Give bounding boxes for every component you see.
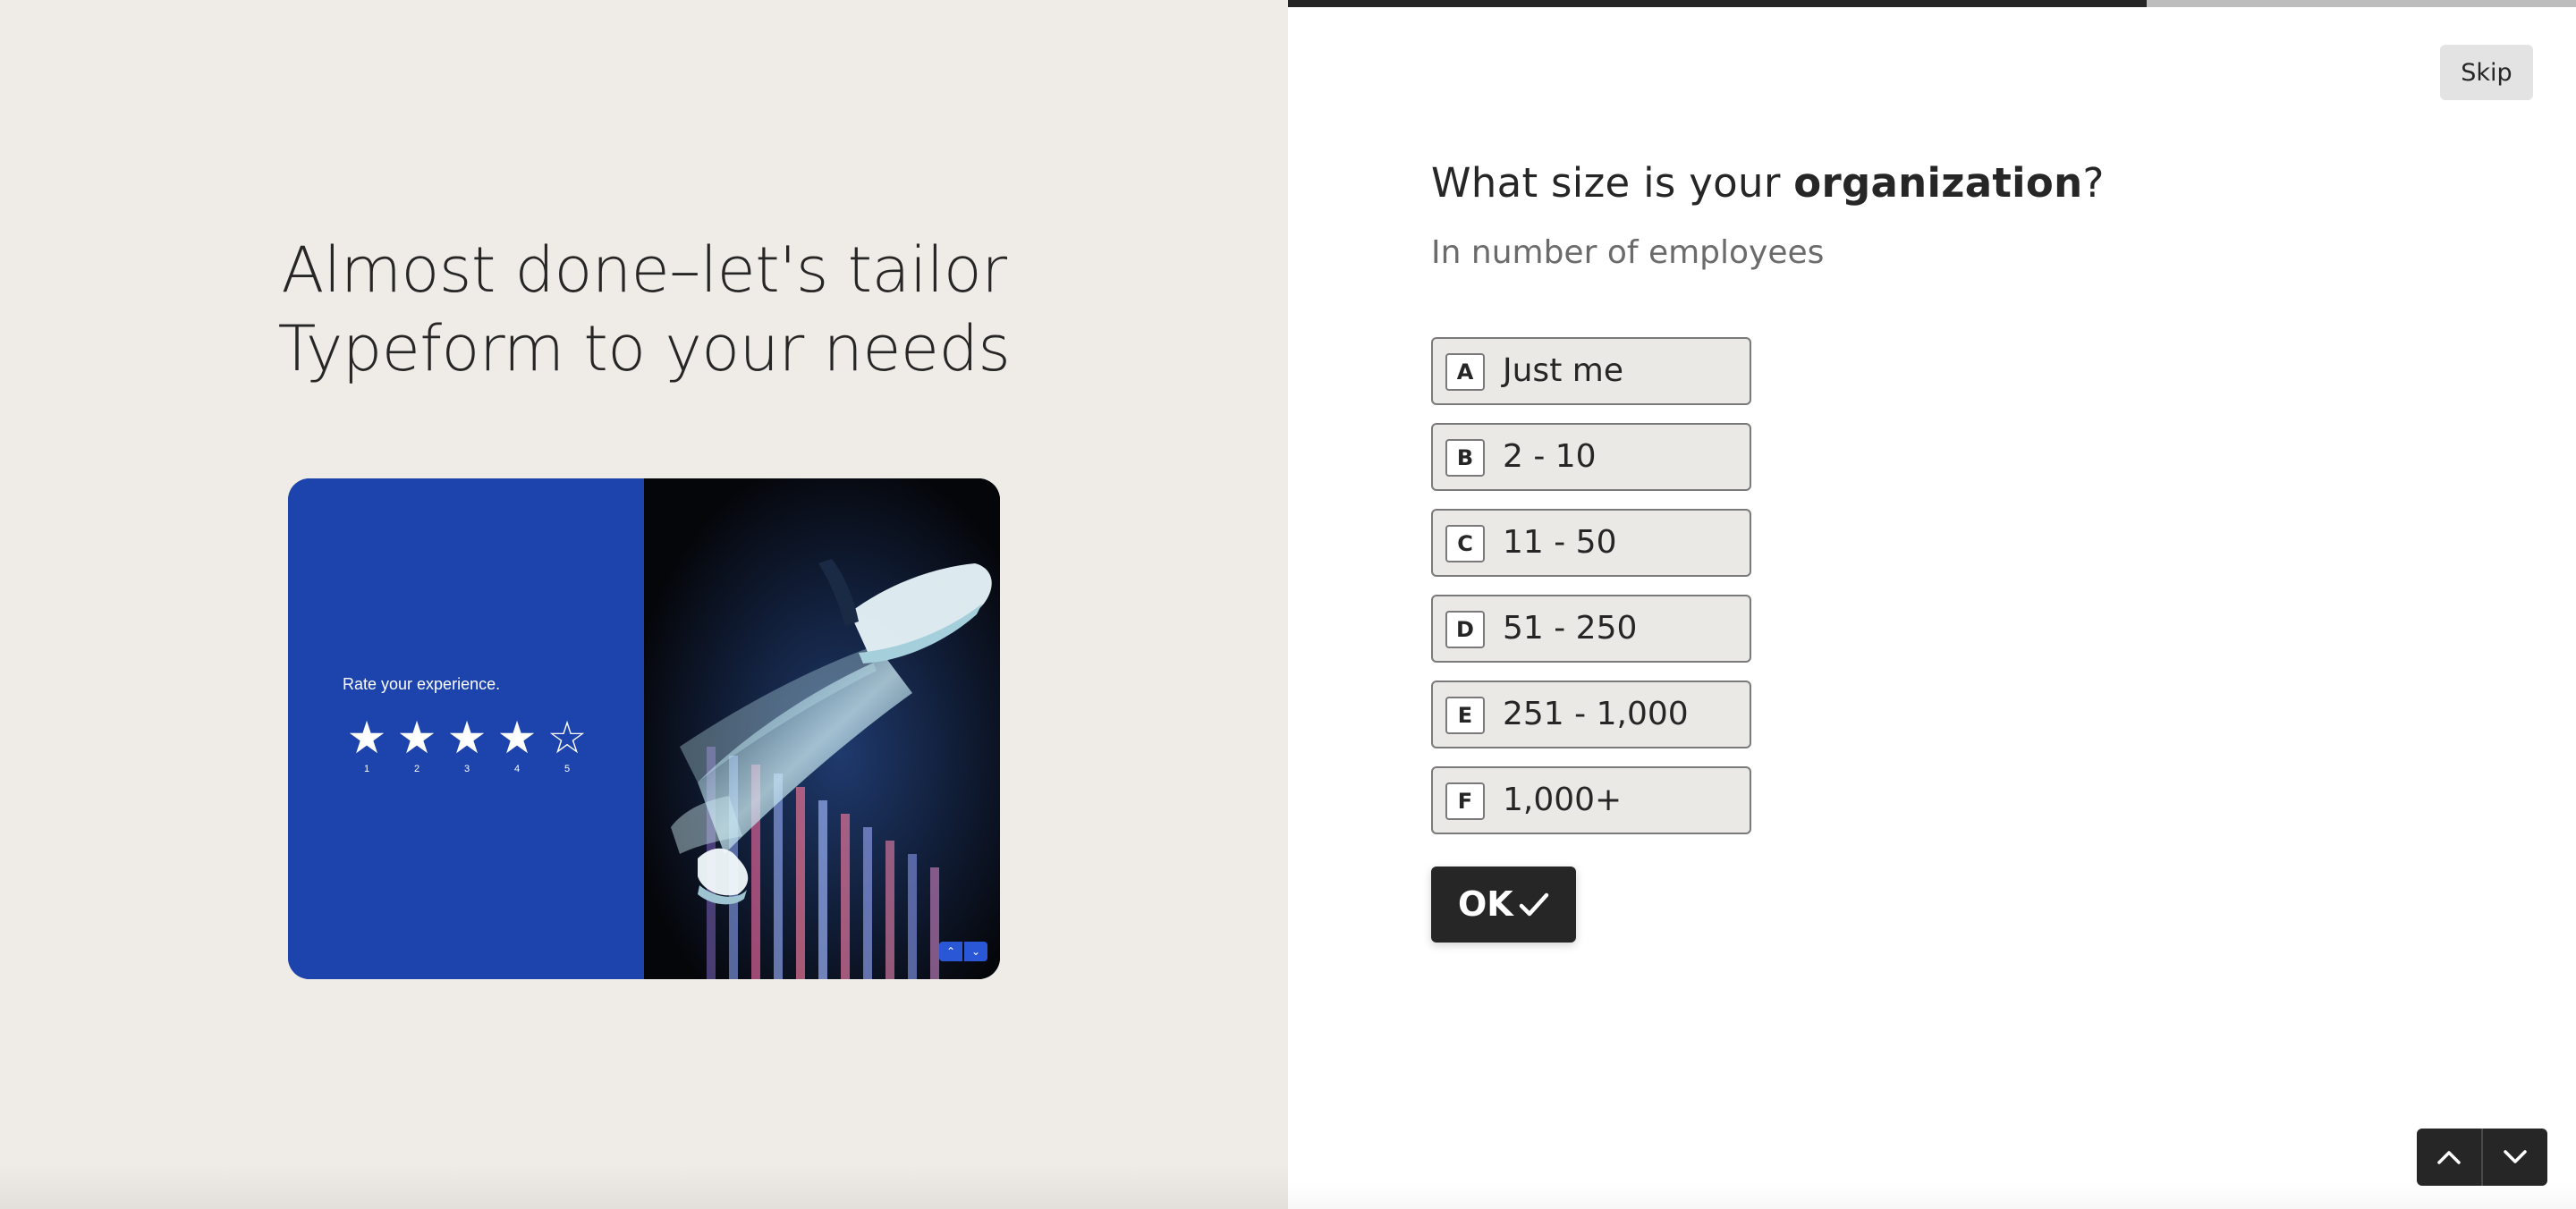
preview-card: Rate your experience. ★ 1 ★ 2 ★ 3 ★ 4 ☆ 5: [288, 478, 1000, 979]
choice-key-badge: F: [1445, 782, 1485, 820]
star-empty-icon: ☆: [547, 712, 588, 764]
choice-label: 51 - 250: [1503, 610, 1638, 647]
star-number: 1: [363, 764, 370, 774]
choice-a[interactable]: A Just me: [1431, 337, 1751, 405]
rating-star: ★ 3: [442, 714, 492, 774]
choice-b[interactable]: B 2 - 10: [1431, 423, 1751, 491]
rating-star: ☆ 5: [542, 714, 592, 774]
star-rating: ★ 1 ★ 2 ★ 3 ★ 4 ☆ 5: [342, 714, 592, 774]
question-text-suffix: ?: [2082, 159, 2105, 207]
preview-up-icon: ⌃: [939, 942, 962, 961]
question-navigation: [2417, 1129, 2547, 1186]
star-number: 5: [564, 764, 571, 774]
right-bottom-fade: [1288, 1182, 2576, 1209]
choice-key-badge: D: [1445, 611, 1485, 648]
choice-f[interactable]: F 1,000+: [1431, 766, 1751, 834]
ok-button[interactable]: OK: [1431, 867, 1576, 943]
choice-label: 251 - 1,000: [1503, 696, 1689, 732]
choice-d[interactable]: D 51 - 250: [1431, 595, 1751, 663]
choice-label: 11 - 50: [1503, 524, 1617, 561]
rate-label: Rate your experience.: [343, 675, 501, 693]
preview-mini-nav: ⌃ ⌄: [939, 942, 987, 961]
rating-star: ★ 2: [392, 714, 442, 774]
star-number: 4: [513, 764, 521, 774]
previous-question-button[interactable]: [2417, 1129, 2481, 1186]
choice-e[interactable]: E 251 - 1,000: [1431, 681, 1751, 748]
sneaker-photo-image: [644, 478, 1000, 979]
rating-star: ★ 4: [492, 714, 542, 774]
preview-down-icon: ⌄: [964, 942, 987, 961]
progress-bar-fill: [1288, 0, 2148, 7]
choice-c[interactable]: C 11 - 50: [1431, 509, 1751, 577]
star-filled-icon: ★: [496, 712, 538, 764]
star-filled-icon: ★: [446, 712, 487, 764]
choice-list: A Just me B 2 - 10 C 11 - 50 D 51 - 250 …: [1431, 337, 1755, 852]
choice-key-badge: E: [1445, 697, 1485, 734]
question-text-bold: organization: [1793, 159, 2083, 207]
next-question-button[interactable]: [2483, 1129, 2547, 1186]
chevron-down-icon: [2504, 1150, 2527, 1163]
star-filled-icon: ★: [396, 712, 437, 764]
ok-button-label: OK: [1458, 884, 1513, 924]
star-filled-icon: ★: [346, 712, 387, 764]
question-title: What size is your organization?: [1431, 159, 2105, 207]
question-subtitle: In number of employees: [1431, 234, 1825, 271]
choice-label: 1,000+: [1503, 782, 1623, 818]
check-icon: [1519, 892, 1549, 917]
choice-key-badge: A: [1445, 353, 1485, 391]
headline-line-2: Typeform to your needs: [277, 312, 1011, 385]
choice-key-badge: C: [1445, 525, 1485, 562]
rating-star: ★ 1: [342, 714, 392, 774]
intro-headline: Almost done–let's tailor Typeform to you…: [0, 231, 1288, 388]
preview-rating-panel: Rate your experience. ★ 1 ★ 2 ★ 3 ★ 4 ☆ 5: [288, 478, 644, 979]
chevron-up-icon: [2437, 1151, 2461, 1164]
left-bottom-fade: [0, 1164, 1288, 1209]
choice-key-badge: B: [1445, 439, 1485, 477]
preview-photo: ⌃ ⌄: [644, 478, 1000, 979]
star-number: 2: [413, 764, 420, 774]
skip-button[interactable]: Skip: [2440, 45, 2533, 100]
star-number: 3: [463, 764, 470, 774]
intro-panel: Almost done–let's tailor Typeform to you…: [0, 0, 1288, 1209]
choice-label: 2 - 10: [1503, 438, 1597, 475]
question-text-prefix: What size is your: [1431, 159, 1794, 207]
progress-bar: [1288, 0, 2576, 7]
choice-label: Just me: [1503, 352, 1623, 389]
headline-line-1: Almost done–let's tailor: [281, 233, 1007, 307]
